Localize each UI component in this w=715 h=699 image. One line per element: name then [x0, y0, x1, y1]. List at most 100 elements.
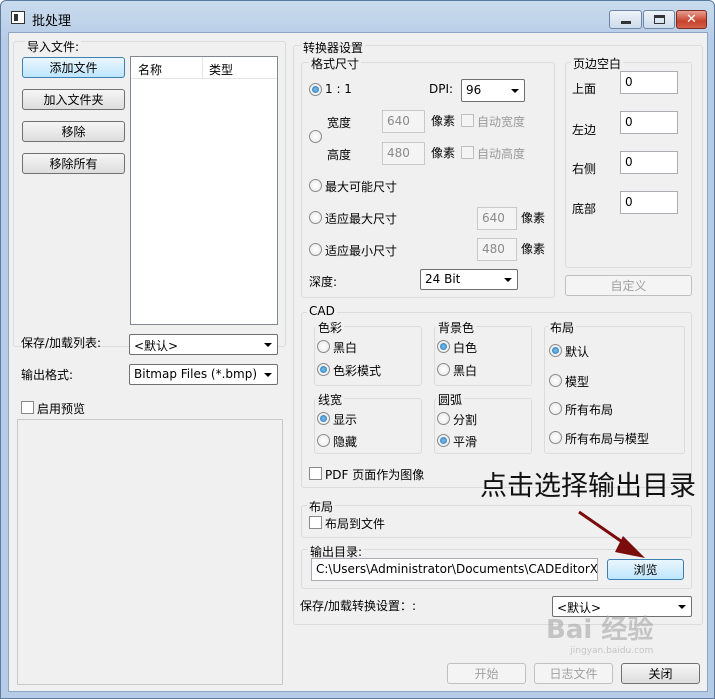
chevron-down-icon	[264, 373, 272, 377]
chevron-down-icon	[678, 605, 686, 609]
margin-right-label: 右侧	[572, 162, 597, 176]
fit-min-label: 适应最小尺寸	[325, 244, 398, 258]
layout-to-file-checkbox[interactable]	[309, 516, 322, 529]
output-format-label: 输出格式:	[21, 368, 74, 382]
pdf-as-image-label: PDF 页面作为图像	[325, 468, 425, 482]
width-input[interactable]: 640	[382, 110, 425, 133]
minimize-button[interactable]	[609, 10, 642, 29]
arc-smooth-radio[interactable]	[437, 434, 450, 447]
color-mode-label: 色彩模式	[333, 364, 382, 378]
fit-max-input[interactable]: 640	[477, 207, 517, 230]
black-bg-radio[interactable]	[437, 363, 450, 376]
all-layouts-model-radio[interactable]	[549, 431, 562, 444]
column-name[interactable]: 名称	[138, 61, 162, 78]
background-group-label: 背景色	[436, 319, 477, 336]
fit-min-unit: 像素	[521, 242, 546, 256]
output-dir-input[interactable]: C:\Users\Administrator\Documents\CADEdit…	[311, 558, 598, 581]
ratio-label: 1 : 1	[325, 82, 352, 96]
file-list-header: 名称 类型	[131, 57, 277, 79]
all-layouts-radio[interactable]	[549, 402, 562, 415]
column-type[interactable]: 类型	[209, 61, 233, 78]
margin-left-label: 左边	[572, 123, 597, 137]
chevron-down-icon	[264, 343, 272, 347]
annotation-text: 点击选择输出目录	[480, 471, 696, 502]
add-folder-button[interactable]: 加入文件夹	[22, 89, 125, 110]
color-group-label: 色彩	[316, 319, 345, 336]
cad-label: CAD	[307, 304, 337, 318]
arc-split-label: 分割	[453, 413, 478, 427]
max-possible-radio[interactable]	[309, 179, 322, 192]
auto-height-checkbox[interactable]	[461, 146, 474, 159]
close-button[interactable]: 关闭	[621, 663, 700, 684]
enable-preview-checkbox[interactable]	[21, 401, 34, 414]
lineweight-hide-label: 隐藏	[333, 435, 358, 449]
ratio-radio[interactable]	[309, 83, 322, 96]
chevron-down-icon	[504, 278, 512, 282]
depth-label: 深度:	[309, 275, 338, 289]
fit-max-radio[interactable]	[309, 211, 322, 224]
lineweight-show-label: 显示	[333, 413, 358, 427]
log-file-button[interactable]: 日志文件	[534, 663, 613, 684]
layout-default-label: 默认	[565, 345, 590, 359]
layout-to-file-label: 布局到文件	[325, 517, 386, 531]
remove-all-button[interactable]: 移除所有	[22, 153, 125, 174]
lineweight-show-radio[interactable]	[317, 412, 330, 425]
import-group-label: 导入文件:	[25, 38, 82, 55]
layout-group-label: 布局	[548, 319, 577, 336]
file-list[interactable]: 名称 类型	[130, 56, 278, 325]
layout-default-radio[interactable]	[549, 344, 562, 357]
color-mode-radio[interactable]	[317, 363, 330, 376]
layout-model-label: 模型	[565, 375, 590, 389]
start-button[interactable]: 开始	[447, 663, 526, 684]
arc-group-label: 圆弧	[436, 391, 465, 408]
client-area: 导入文件: 添加文件 加入文件夹 移除 移除所有 名称 类型 保存/加载列表: …	[8, 32, 708, 692]
height-input[interactable]: 480	[382, 142, 425, 165]
dpi-label: DPI:	[429, 82, 454, 96]
auto-width-checkbox[interactable]	[461, 114, 474, 127]
width-label: 宽度	[327, 116, 352, 130]
auto-height-label: 自动高度	[477, 147, 526, 161]
auto-width-label: 自动宽度	[477, 115, 526, 129]
output-format-select[interactable]: Bitmap Files (*.bmp)	[129, 364, 278, 385]
fit-min-radio[interactable]	[309, 243, 322, 256]
margin-bottom-input[interactable]: 0	[620, 191, 678, 214]
preview-pane	[17, 419, 283, 685]
lineweight-hide-radio[interactable]	[317, 434, 330, 447]
converter-group-label: 转换器设置	[301, 39, 366, 56]
app-window: 批处理 ✕ 导入文件: 添加文件 加入文件夹 移除 移除所有 名称 类型 保存/…	[0, 0, 715, 699]
black-bg-label: 黑白	[453, 364, 478, 378]
bw-label: 黑白	[333, 341, 358, 355]
maximize-icon	[653, 15, 665, 24]
chevron-down-icon	[511, 89, 519, 93]
save-load-list-label: 保存/加载列表:	[21, 336, 102, 350]
window-close-button[interactable]: ✕	[676, 10, 707, 29]
arc-smooth-label: 平滑	[453, 435, 478, 449]
white-bg-radio[interactable]	[437, 340, 450, 353]
app-icon	[11, 11, 25, 24]
maximize-button[interactable]	[643, 10, 675, 29]
custom-size-radio[interactable]	[309, 130, 322, 143]
remove-button[interactable]: 移除	[22, 121, 125, 142]
depth-select[interactable]: 24 Bit	[420, 269, 518, 290]
fit-min-input[interactable]: 480	[477, 238, 517, 261]
baidu-watermark: Bai 经验 jingyan.baidu.com	[546, 609, 653, 656]
height-label: 高度	[327, 148, 352, 162]
format-size-label: 格式尺寸	[309, 55, 362, 72]
close-icon: ✕	[686, 12, 697, 27]
pdf-as-image-checkbox[interactable]	[309, 467, 322, 480]
margins-label: 页边空白	[571, 55, 624, 72]
margin-top-input[interactable]: 0	[620, 71, 678, 94]
add-file-button[interactable]: 添加文件	[22, 57, 125, 78]
window-title: 批处理	[32, 14, 72, 29]
minimize-icon	[620, 21, 631, 24]
layout-model-radio[interactable]	[549, 374, 562, 387]
annotation-arrow-icon	[578, 510, 645, 558]
arc-split-radio[interactable]	[437, 412, 450, 425]
dpi-select[interactable]: 96	[461, 79, 525, 102]
margin-right-input[interactable]: 0	[620, 151, 678, 174]
custom-button[interactable]: 自定义	[565, 275, 692, 296]
max-possible-label: 最大可能尺寸	[325, 180, 398, 194]
margin-left-input[interactable]: 0	[620, 111, 678, 134]
bw-radio[interactable]	[317, 340, 330, 353]
save-load-list-select[interactable]: <默认>	[129, 334, 278, 355]
